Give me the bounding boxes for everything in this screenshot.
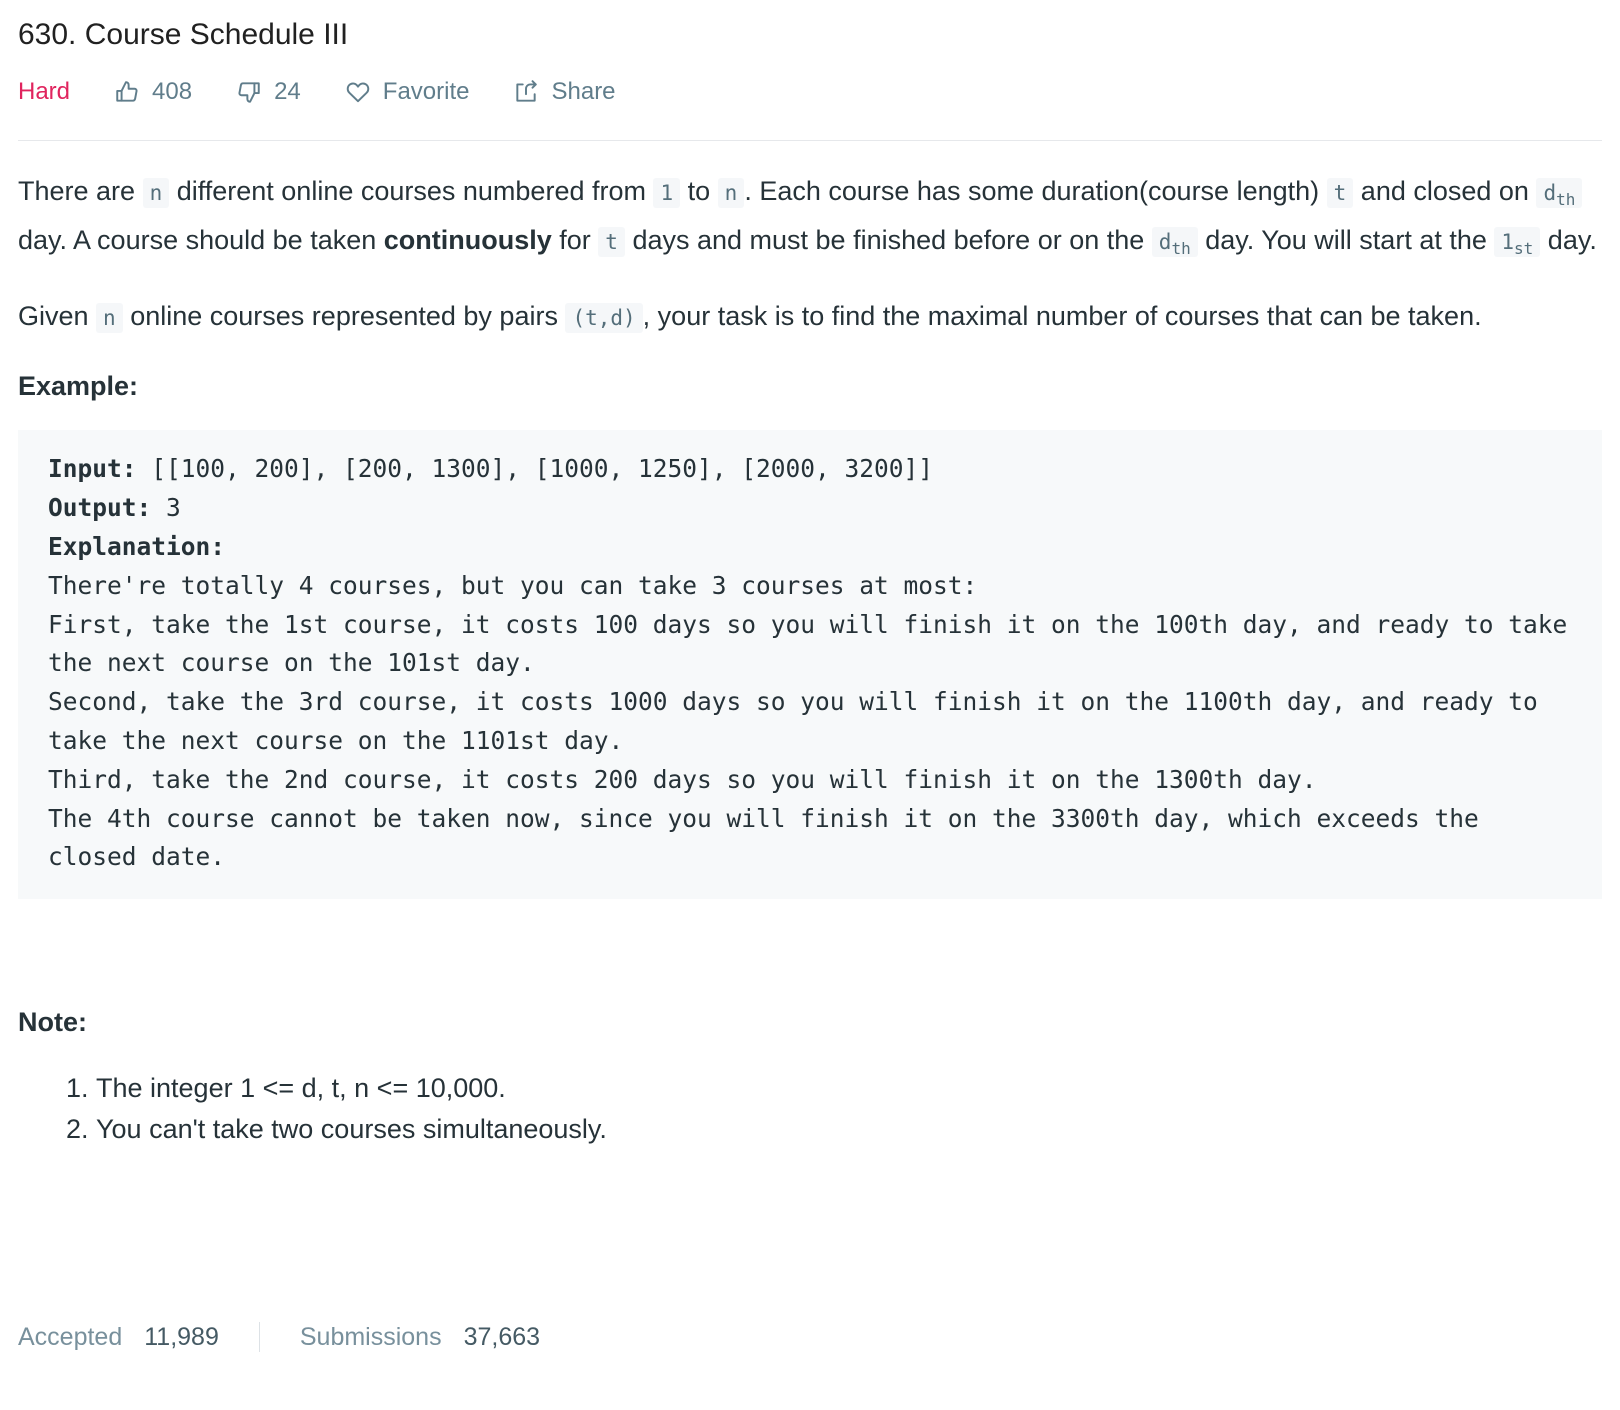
description-text: and closed on [1353,176,1537,206]
header-divider [18,140,1602,141]
favorite-label: Favorite [382,78,470,105]
input-value: [[100, 200], [200, 1300], [1000, 1250], … [136,454,934,484]
description-paragraph: There are n different online courses num… [18,171,1602,269]
note-heading: Note: [18,1007,87,1038]
description-text: for [551,225,599,256]
inline-code-base: d [1543,181,1557,205]
inline-code: t [1326,178,1354,208]
share-icon [516,80,538,102]
note-item: The integer 1 <= d, t, n <= 10,000. [96,1068,1602,1109]
problem-meta-bar: Hard 408 24 Favorite Share [18,70,1602,114]
example-heading: Example: [18,371,139,402]
problem-page: 630. Course Schedule III Hard 408 24 Fav… [18,0,1602,1150]
inline-code: (t,d) [565,303,643,334]
description-text: There are [18,176,143,206]
note-list: The integer 1 <= d, t, n <= 10,000. You … [18,1068,1602,1150]
problem-title: 630. Course Schedule III [18,18,349,51]
description-text: , your task is to find the maximal numbe… [642,301,1482,332]
explanation-line: There're totally 4 courses, but you can … [48,570,978,600]
inline-code-base: 1 [1501,230,1515,255]
inline-code: t [598,227,625,258]
inline-code-subscript: th [1556,190,1576,210]
description-text: . Each course has some duration(course l… [744,176,1327,206]
share-button[interactable]: Share [513,78,616,106]
inline-code: n [96,303,123,334]
explanation-line: Third, take the 2nd course, it costs 200… [48,764,1332,794]
description-text: to [680,176,718,206]
submissions-count: 37,663 [463,1322,541,1351]
emphasis-text: continuously [383,225,552,256]
inline-code-subscript: st [1514,239,1534,259]
submissions-label: Submissions [299,1322,442,1351]
dislike-count: 24 [274,78,301,105]
inline-code: 1 [653,178,681,208]
description-text: days and must be finished before or on t… [624,225,1152,256]
inline-code: 1st [1494,227,1541,259]
explanation-line: The 4th course cannot be taken now, sinc… [48,803,1494,872]
share-label: Share [551,78,616,105]
inline-code: n [142,178,170,208]
heart-icon [346,82,370,103]
like-button[interactable]: 408 [114,78,192,106]
explanation-line: First, take the 1st course, it costs 100… [48,609,1583,678]
description-text: day. A course should be taken [18,225,384,256]
description-text: day. [1540,225,1597,256]
explanation-line: Second, take the 3rd course, it costs 10… [48,687,1553,755]
accepted-label: Accepted [18,1322,123,1351]
output-value: 3 [151,493,181,523]
description-text: day. You will start at the [1197,225,1495,256]
stats-divider [258,1322,260,1352]
submission-stats: Accepted 11,989 Submissions 37,663 [18,1316,540,1358]
description-text: online courses represented by pairs [122,301,566,332]
dislike-button[interactable]: 24 [236,78,301,106]
output-label: Output: [48,493,152,523]
thumbs-up-icon [116,81,138,102]
problem-description: There are n different online courses num… [18,171,1602,339]
input-label: Input: [48,454,137,484]
difficulty-badge: Hard [18,78,71,105]
like-count: 408 [152,78,193,105]
favorite-button[interactable]: Favorite [345,78,470,106]
description-paragraph: Given n online courses represented by pa… [18,296,1602,339]
description-text: different online courses numbered from [169,176,654,206]
example-code-block: Input: [[100, 200], [200, 1300], [1000, … [18,430,1602,900]
inline-code-base: d [1158,230,1172,255]
thumbs-down-icon [238,82,260,103]
accepted-count: 11,989 [144,1322,219,1351]
description-text: Given [18,301,97,332]
inline-code: dth [1536,178,1583,210]
inline-code-subscript: th [1171,239,1191,259]
explanation-label: Explanation: [48,531,226,561]
inline-code: n [717,178,745,208]
inline-code: dth [1151,227,1198,259]
note-item: You can't take two courses simultaneousl… [96,1109,1602,1150]
